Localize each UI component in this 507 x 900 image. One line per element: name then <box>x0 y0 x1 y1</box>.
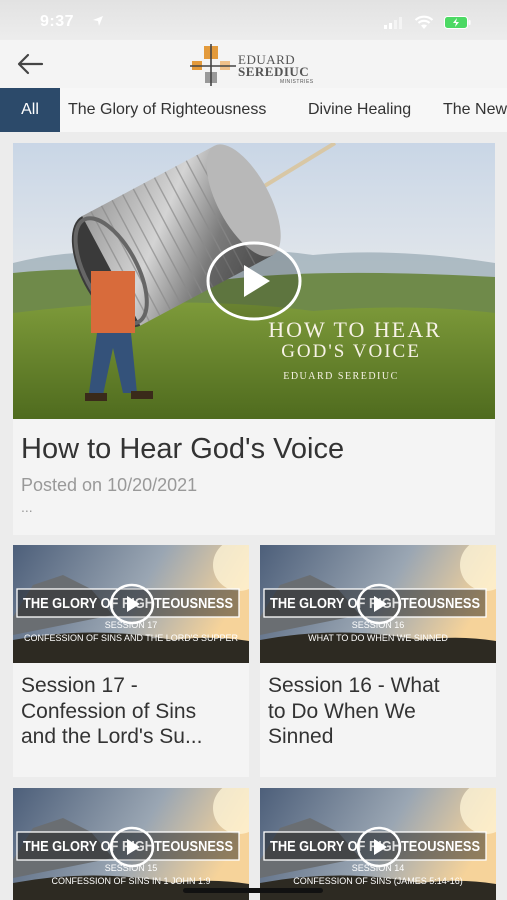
logo-text-last-name: SEREDIUC <box>238 64 310 79</box>
back-arrow-icon[interactable] <box>14 50 48 78</box>
category-tabs: All The Glory of Righteousness Divine He… <box>0 88 507 132</box>
ministry-logo: EDUARD SEREDIUC MINISTRIES <box>190 44 320 86</box>
video-thumbnail[interactable]: THE GLORY OF RIGHTEOUSNESS SESSION 17 CO… <box>13 545 249 663</box>
featured-date: Posted on 10/20/2021 <box>21 475 198 495</box>
play-icon[interactable] <box>109 826 155 868</box>
tab-label: All <box>21 101 39 118</box>
location-arrow-icon <box>93 16 103 26</box>
tab-label: The New <box>443 101 507 118</box>
tab-all[interactable]: All <box>0 88 60 132</box>
title-line: Session 16 - What <box>268 674 440 697</box>
tab-divine-healing[interactable]: Divine Healing <box>308 88 411 132</box>
thumbnail-subtitle: CONFESSION OF SINS (JAMES 5:14-16) <box>293 876 463 886</box>
tab-label: The Glory of Righteousness <box>68 101 267 118</box>
tab-glory-of-righteousness[interactable]: The Glory of Righteousness <box>68 88 266 132</box>
video-card[interactable]: THE GLORY OF RIGHTEOUSNESS SESSION 17 CO… <box>13 545 249 777</box>
video-title: Session 16 - What to Do When We Sinned <box>268 673 492 750</box>
play-icon[interactable] <box>356 583 402 625</box>
image-author: EDUARD SEREDIUC <box>283 371 399 382</box>
play-icon[interactable] <box>109 583 155 625</box>
title-line: Sinned <box>268 725 334 748</box>
video-card[interactable]: THE GLORY OF RIGHTEOUSNESS SESSION 15 CO… <box>13 788 249 900</box>
video-thumbnail[interactable]: THE GLORY OF RIGHTEOUSNESS SESSION 15 CO… <box>13 788 249 900</box>
status-time: 9:37 <box>40 13 75 30</box>
tab-the-new[interactable]: The New <box>443 88 507 132</box>
title-line: and the Lord's Su... <box>21 725 203 748</box>
video-card[interactable]: THE GLORY OF RIGHTEOUSNESS SESSION 16 WH… <box>260 545 496 777</box>
logo-mark <box>190 44 236 86</box>
featured-title: How to Hear God's Voice <box>21 433 345 465</box>
thumbnail-subtitle: CONFESSION OF SINS AND THE LORD'S SUPPER <box>24 633 238 643</box>
wifi-icon <box>414 15 434 29</box>
video-thumbnail[interactable]: THE GLORY OF RIGHTEOUSNESS SESSION 16 WH… <box>260 545 496 663</box>
featured-video-card[interactable]: HOW TO HEAR GOD'S VOICE EDUARD SEREDIUC … <box>13 143 495 535</box>
title-line: Session 17 - <box>21 674 138 697</box>
logo-text-ministries: MINISTRIES <box>280 79 314 85</box>
featured-thumbnail[interactable]: HOW TO HEAR GOD'S VOICE EDUARD SEREDIUC <box>13 143 495 419</box>
image-title-line2: GOD'S VOICE <box>281 341 421 362</box>
video-title: Session 17 - Confession of Sins and the … <box>21 673 245 750</box>
battery-icon <box>444 16 471 29</box>
title-line: to Do When We <box>268 699 416 723</box>
title-line: Confession of Sins <box>21 699 197 723</box>
home-indicator[interactable] <box>183 888 323 893</box>
play-icon[interactable] <box>356 826 402 868</box>
thumbnail-subtitle: WHAT TO DO WHEN WE SINNED <box>308 633 448 643</box>
play-icon[interactable] <box>206 241 302 321</box>
signal-icon <box>384 17 402 29</box>
tab-label: Divine Healing <box>308 101 412 118</box>
video-thumbnail[interactable]: THE GLORY OF RIGHTEOUSNESS SESSION 14 CO… <box>260 788 496 900</box>
video-card[interactable]: THE GLORY OF RIGHTEOUSNESS SESSION 14 CO… <box>260 788 496 900</box>
thumbnail-subtitle: CONFESSION OF SINS IN 1 JOHN 1:9 <box>51 876 210 886</box>
app-header: EDUARD SEREDIUC MINISTRIES <box>0 40 507 88</box>
featured-more: ... <box>21 499 33 515</box>
